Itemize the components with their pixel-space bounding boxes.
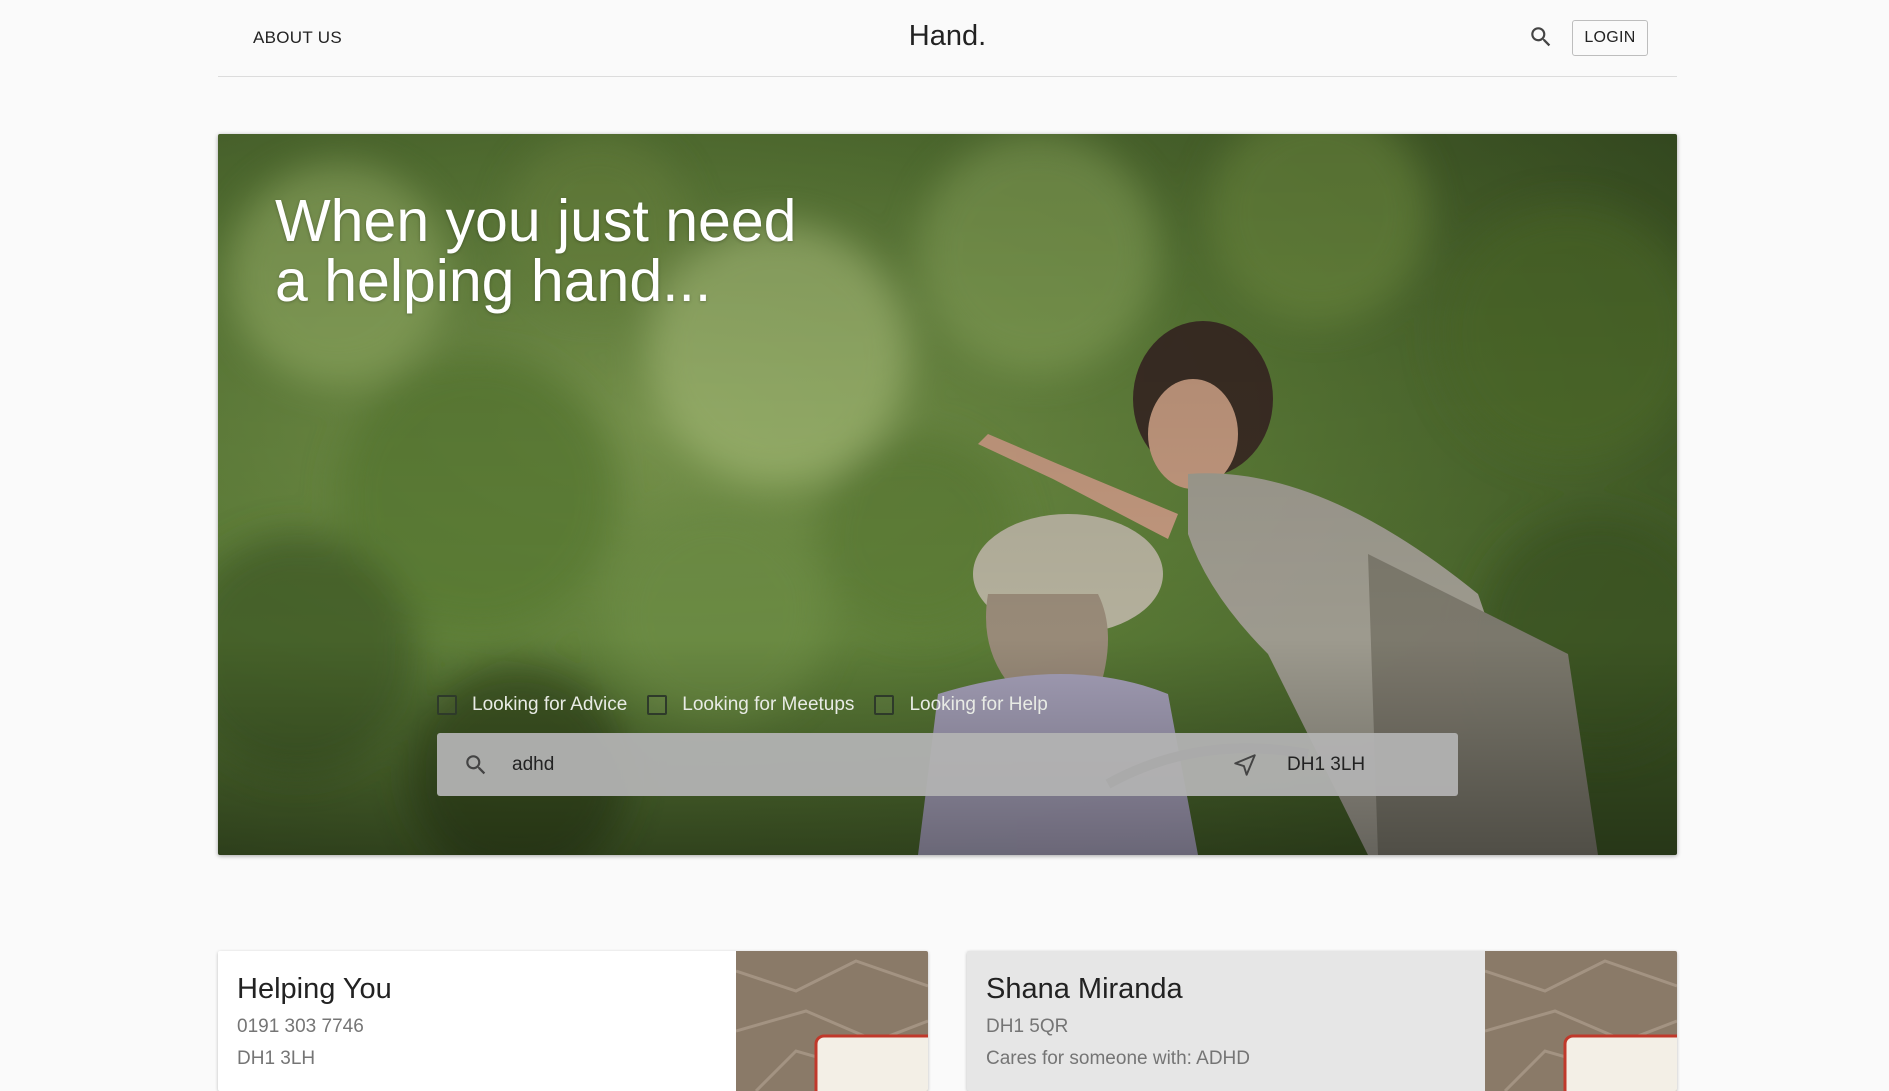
result-card-title[interactable]: Helping You [237,973,392,1006]
result-card-condition: Cares for someone with: ADHD [986,1048,1250,1069]
result-card[interactable]: Helping You 0191 303 7746 DH1 3LH [218,951,928,1091]
filter-meetups-label: Looking for Meetups [682,694,855,715]
search-icon[interactable] [1528,24,1554,50]
filter-advice[interactable]: Looking for Advice [437,694,627,716]
filter-group: Looking for Advice Looking for Meetups L… [437,694,1068,716]
nav-about-us-link[interactable]: ABOUT US [253,28,342,48]
hero-title-line-1: When you just need [275,188,797,254]
search-bar [437,733,1458,796]
search-input[interactable] [512,753,1112,777]
result-card-thumbnail [1485,951,1677,1091]
result-card-phone: 0191 303 7746 [237,1016,364,1037]
filter-help-checkbox[interactable] [874,695,895,715]
filter-help[interactable]: Looking for Help [874,694,1048,716]
result-card-body: Shana Miranda DH1 5QR Cares for someone … [986,973,1250,1080]
filter-advice-checkbox[interactable] [437,695,457,715]
hero-title-line-2: a helping hand... [275,248,712,314]
result-card-thumbnail [736,951,928,1091]
result-card[interactable]: Shana Miranda DH1 5QR Cares for someone … [967,951,1677,1091]
navigation-arrow-icon[interactable] [1232,752,1258,778]
hero-title: When you just need a helping hand... [275,191,797,311]
result-card-title[interactable]: Shana Miranda [986,973,1250,1006]
result-card-body: Helping You 0191 303 7746 DH1 3LH [237,973,392,1080]
filter-meetups-checkbox[interactable] [647,695,668,715]
location-input[interactable] [1287,753,1447,777]
search-icon [463,752,489,778]
filter-help-label: Looking for Help [909,694,1048,715]
filter-advice-label: Looking for Advice [472,694,628,715]
brand-logo-text[interactable]: Hand. [909,20,986,52]
filter-meetups[interactable]: Looking for Meetups [647,694,854,716]
result-card-postcode: DH1 3LH [237,1048,316,1069]
hero-banner: When you just need a helping hand... Loo… [218,134,1677,855]
top-navbar: ABOUT US Hand. LOGIN [218,0,1677,77]
brand-logo: Hand. [218,20,1677,53]
result-card-postcode: DH1 5QR [986,1016,1069,1037]
login-button[interactable]: LOGIN [1572,20,1648,56]
